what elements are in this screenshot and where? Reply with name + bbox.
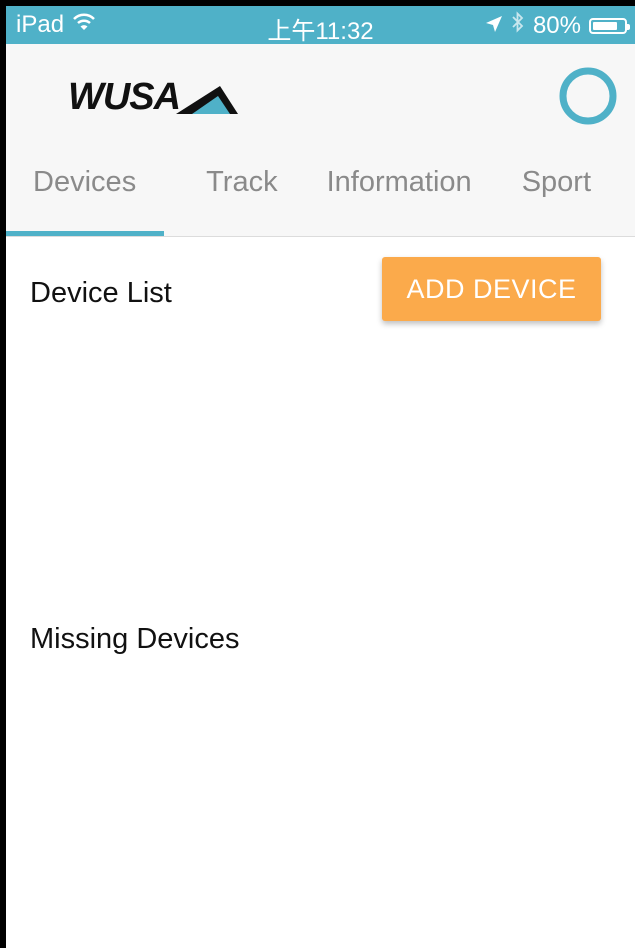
device-list-title: Device List	[30, 277, 172, 309]
connection-ring-icon[interactable]	[558, 66, 618, 126]
tab-bar: Devices Track Information Sport	[6, 154, 635, 236]
app-screen: iPad 上午11:32 80% WUSA Devices Track Info…	[6, 6, 635, 948]
status-bar: iPad 上午11:32 80%	[6, 6, 635, 45]
status-right: 80%	[485, 11, 630, 40]
location-arrow-icon	[485, 12, 503, 40]
battery-percent: 80%	[532, 11, 581, 39]
tab-information[interactable]: Information	[321, 154, 478, 236]
logo-text: WUSA	[68, 76, 180, 118]
bluetooth-icon	[511, 11, 525, 40]
devices-content: Device List ADD DEVICE Missing Devices	[6, 237, 635, 948]
add-device-button[interactable]: ADD DEVICE	[382, 257, 601, 321]
wusa-logo: WUSA	[68, 76, 238, 118]
battery-fill	[593, 21, 617, 30]
tab-track[interactable]: Track	[163, 154, 320, 236]
missing-devices-title: Missing Devices	[30, 623, 240, 655]
tab-devices[interactable]: Devices	[6, 154, 165, 236]
battery-icon	[589, 17, 630, 34]
tab-sport[interactable]: Sport	[478, 154, 635, 236]
app-header: WUSA Devices Track Information Sport	[6, 44, 635, 237]
